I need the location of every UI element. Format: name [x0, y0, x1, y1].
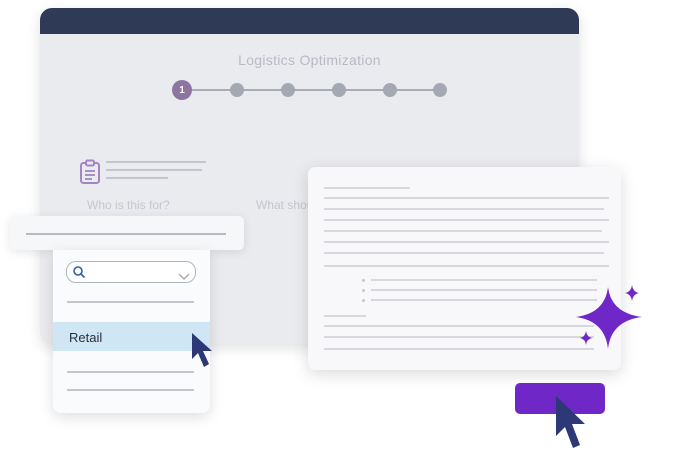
mouse-pointer-icon [192, 333, 216, 376]
dropdown-field[interactable] [10, 216, 244, 250]
bullet [362, 289, 365, 292]
doc-text-line [324, 230, 602, 232]
sparkle-icon [573, 283, 645, 358]
option-label: Retail [69, 330, 103, 345]
step-4[interactable] [332, 83, 346, 97]
page-title: Logistics Optimization [238, 52, 381, 68]
doc-text-line [324, 325, 594, 327]
dropdown-option-selected[interactable]: Retail [53, 322, 210, 351]
question-label: What should [256, 198, 310, 212]
window-title-bar [40, 8, 579, 34]
doc-text-line [324, 265, 609, 267]
search-icon [72, 265, 86, 284]
doc-heading-line [324, 187, 410, 189]
doc-text-line [324, 252, 604, 254]
bullet [362, 299, 365, 302]
step-2[interactable] [230, 83, 244, 97]
text-placeholder-line [106, 169, 202, 171]
doc-bullet-line [371, 299, 597, 301]
question-label: Who is this for? [87, 198, 170, 212]
step-6[interactable] [433, 83, 447, 97]
step-5[interactable] [383, 83, 397, 97]
doc-text-line [324, 197, 609, 199]
doc-text-line [324, 208, 604, 210]
doc-text-line [324, 336, 594, 338]
step-1[interactable]: 1 [172, 80, 192, 100]
text-placeholder-line [106, 161, 206, 163]
field-placeholder-line [26, 233, 226, 235]
doc-heading-line [324, 315, 366, 317]
clipboard-icon [79, 159, 101, 190]
doc-text-line [324, 348, 594, 350]
doc-text-line [324, 241, 609, 243]
dropdown-menu: Retail [53, 250, 210, 413]
mouse-pointer-icon [556, 396, 590, 457]
list-item[interactable] [67, 301, 194, 303]
search-input[interactable] [66, 261, 196, 283]
doc-bullet-line [371, 289, 597, 291]
list-item[interactable] [67, 371, 194, 373]
doc-text-line [324, 219, 609, 221]
doc-bullet-line [371, 279, 597, 281]
text-placeholder-line [106, 177, 168, 179]
stepper-track [182, 89, 442, 91]
list-item[interactable] [67, 389, 194, 391]
chevron-down-icon[interactable] [178, 268, 190, 286]
bullet [362, 279, 365, 282]
step-3[interactable] [281, 83, 295, 97]
